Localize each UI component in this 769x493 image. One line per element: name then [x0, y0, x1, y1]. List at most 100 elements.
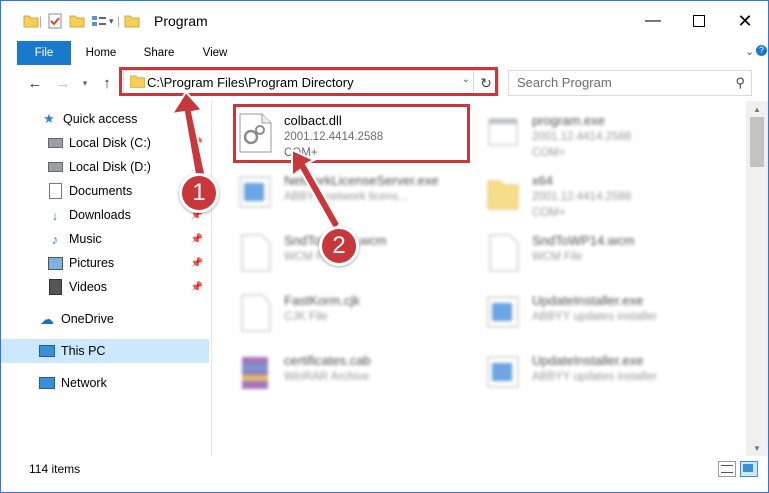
- generic-file-icon: [241, 234, 271, 272]
- file-description: ABBYY updates installer: [532, 311, 658, 323]
- back-button[interactable]: ←: [25, 73, 45, 93]
- file-item[interactable]: x64 2001.12.4414.2588 COM+: [460, 165, 700, 221]
- file-version: 2001.12.4414.2588: [284, 131, 384, 143]
- minimize-button[interactable]: —: [630, 1, 676, 41]
- file-name: program.exe: [532, 113, 605, 128]
- file-item[interactable]: UpdateInstaller.exe ABBYY updates instal…: [460, 285, 700, 341]
- pictures-icon: [47, 255, 63, 271]
- new-folder-icon[interactable]: [69, 13, 85, 29]
- vertical-scrollbar[interactable]: ▲ ▼: [746, 101, 768, 456]
- nav-item-onedrive[interactable]: ☁ OneDrive: [1, 307, 209, 331]
- pin-icon: 📌: [190, 137, 203, 149]
- search-icon: ⚲: [735, 75, 745, 90]
- view-options-icon[interactable]: [91, 13, 107, 29]
- expand-ribbon-icon[interactable]: ⌄: [745, 45, 754, 58]
- nav-item-documents[interactable]: Documents 📌: [1, 179, 209, 203]
- music-icon: ♪: [51, 231, 59, 247]
- nav-item-pictures[interactable]: Pictures 📌: [1, 251, 209, 275]
- explorer-window: | ▾ | Program — ✕ File Home Share View ⌄…: [0, 0, 769, 493]
- folder-icon: [124, 15, 140, 28]
- installer-file-icon: [487, 356, 519, 388]
- title-bar: | ▾ | Program — ✕: [1, 1, 768, 41]
- installer-file-icon: [487, 296, 519, 328]
- file-version: 2001.12.4414.2588: [532, 191, 632, 203]
- pin-icon: 📌: [190, 257, 203, 269]
- refresh-button[interactable]: ↻: [473, 71, 498, 95]
- back-arrow-icon: ←: [27, 74, 43, 92]
- videos-icon: [47, 279, 63, 295]
- file-list: colbact.dll 2001.12.4414.2588 COM+ progr…: [212, 101, 745, 456]
- archive-file-icon: [242, 357, 268, 389]
- drive-icon: [47, 159, 63, 175]
- folder-icon[interactable]: [23, 13, 39, 29]
- recent-locations-button[interactable]: ▾: [79, 73, 91, 93]
- help-icon[interactable]: ?: [756, 45, 767, 56]
- file-item[interactable]: certificates.cab WinRAR Archive: [212, 345, 452, 401]
- file-item[interactable]: NetworkLicenseServer.exe ABBYY network l…: [212, 165, 452, 221]
- up-button[interactable]: ↑: [97, 73, 117, 93]
- file-name: SndToWP14.wcm: [532, 233, 635, 248]
- file-item[interactable]: FastKorm.cjk CJK File: [212, 285, 452, 341]
- close-icon: ✕: [737, 10, 753, 31]
- separator: |: [116, 14, 121, 28]
- file-description: WinRAR Archive: [284, 371, 369, 383]
- forward-button[interactable]: →: [53, 73, 73, 93]
- search-placeholder: Search Program: [517, 75, 612, 90]
- nav-item-music[interactable]: ♪ Music 📌: [1, 227, 209, 251]
- item-count: 114 items: [29, 462, 81, 476]
- file-name: colbact.dll: [284, 113, 342, 128]
- separator: |: [39, 14, 43, 28]
- scrollbar-thumb[interactable]: [750, 117, 764, 167]
- file-item[interactable]: UpdateInstaller.exe ABBYY updates instal…: [460, 345, 700, 401]
- nav-item-videos[interactable]: Videos 📌: [1, 275, 209, 299]
- nav-item-network[interactable]: Network: [1, 371, 209, 395]
- file-version: 2001.12.4414.2588: [532, 131, 632, 143]
- file-description: ABBYY network licens...: [284, 191, 408, 203]
- file-description: COM+: [532, 207, 566, 219]
- maximize-button[interactable]: [676, 1, 722, 41]
- details-view-button[interactable]: [718, 461, 736, 477]
- file-item[interactable]: program.exe 2001.12.4414.2588 COM+: [460, 105, 700, 161]
- nav-item-label: Local Disk (D:): [69, 160, 151, 174]
- step-one-badge: 1: [179, 173, 219, 213]
- scroll-down-icon[interactable]: ▼: [746, 440, 768, 456]
- search-box[interactable]: Search Program ⚲: [508, 70, 752, 96]
- file-description: WCM File: [532, 251, 583, 263]
- nav-item-quick-access[interactable]: ★ Quick access: [1, 107, 209, 131]
- properties-icon[interactable]: [47, 13, 63, 29]
- navigation-pane: ★ Quick access Local Disk (C:) 📌 Local D…: [1, 101, 212, 456]
- folder-icon: [130, 75, 145, 88]
- file-item-colbact[interactable]: colbact.dll 2001.12.4414.2588 COM+: [212, 105, 452, 161]
- close-button[interactable]: ✕: [722, 1, 768, 41]
- scroll-up-icon[interactable]: ▲: [746, 101, 768, 117]
- nav-item-label: This PC: [61, 344, 106, 358]
- nav-item-downloads[interactable]: ↓ Downloads 📌: [1, 203, 209, 227]
- tab-home[interactable]: Home: [77, 41, 125, 65]
- file-description: COM+: [532, 147, 566, 159]
- nav-item-label: Music: [69, 232, 102, 246]
- tab-share[interactable]: Share: [135, 41, 183, 65]
- nav-item-local-disk-d[interactable]: Local Disk (D:) 📌: [1, 155, 209, 179]
- pin-icon: 📌: [190, 161, 203, 173]
- computer-icon: [39, 343, 55, 359]
- ribbon: File Home Share View ⌄ ?: [1, 41, 768, 97]
- nav-item-this-pc[interactable]: This PC: [1, 339, 209, 363]
- cloud-icon: ☁: [40, 310, 54, 327]
- chevron-down-icon[interactable]: ⌄: [462, 74, 470, 85]
- nav-item-label: Local Disk (C:): [69, 136, 151, 150]
- nav-item-local-disk-c[interactable]: Local Disk (C:) 📌: [1, 131, 209, 155]
- tab-view[interactable]: View: [193, 41, 237, 65]
- large-icons-view-icon: [743, 464, 753, 472]
- folder-file-icon: [487, 180, 519, 210]
- large-icons-view-button[interactable]: [740, 461, 758, 477]
- nav-item-label: Network: [61, 376, 107, 390]
- file-name: NetworkLicenseServer.exe: [284, 173, 439, 188]
- chevron-down-icon: ▾: [82, 77, 88, 88]
- nav-item-label: Documents: [69, 184, 133, 198]
- file-name: UpdateInstaller.exe: [532, 353, 644, 368]
- file-item[interactable]: SndToWP14.wcm WCM File: [460, 225, 700, 281]
- status-bar: 114 items: [1, 456, 768, 492]
- minimize-icon: —: [645, 12, 661, 29]
- exe-file-icon: [239, 176, 271, 208]
- address-bar[interactable]: C:\Program Files\Program Directory ⌄ ↻: [123, 70, 499, 96]
